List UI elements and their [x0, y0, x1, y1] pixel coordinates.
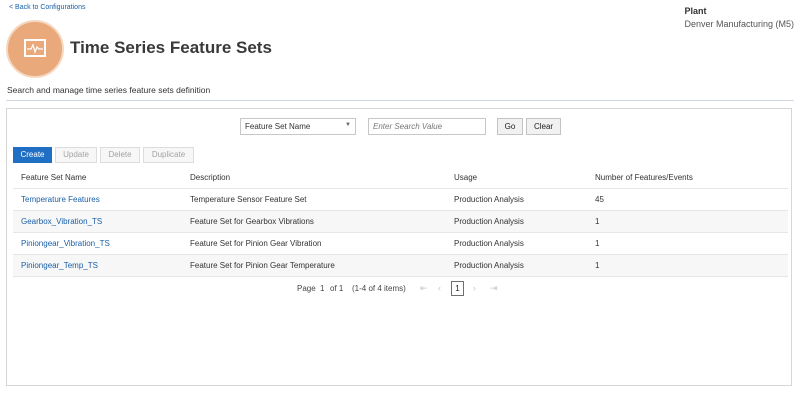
create-button[interactable]: Create — [13, 147, 52, 163]
plant-info: Plant Denver Manufacturing (M5) — [684, 6, 794, 29]
page-total-label: of 1 — [330, 284, 344, 293]
first-page-icon[interactable]: ⇤ — [420, 283, 428, 294]
plant-value: Denver Manufacturing (M5) — [684, 19, 794, 29]
description-cell: Feature Set for Pinion Gear Temperature — [190, 261, 335, 270]
table-row[interactable]: Gearbox_Vibration_TS Feature Set for Gea… — [13, 211, 788, 233]
description-cell: Feature Set for Pinion Gear Vibration — [190, 239, 322, 248]
next-page-icon[interactable]: › — [473, 283, 476, 293]
item-range-label: (1-4 of 4 items) — [352, 284, 406, 293]
update-button[interactable]: Update — [55, 147, 97, 163]
previous-page-icon[interactable]: ‹ — [438, 283, 441, 293]
feature-count-cell: 1 — [595, 217, 600, 226]
table-row[interactable]: Piniongear_Temp_TS Feature Set for Pinio… — [13, 255, 788, 277]
chart-pulse-icon — [6, 20, 64, 78]
usage-cell: Production Analysis — [454, 195, 524, 204]
search-field-select[interactable]: Feature Set Name ▼ — [240, 118, 356, 135]
feature-set-name-link[interactable]: Gearbox_Vibration_TS — [21, 217, 102, 226]
back-to-configurations-link[interactable]: < Back to Configurations — [9, 4, 85, 11]
feature-set-name-link[interactable]: Piniongear_Temp_TS — [21, 261, 98, 270]
table-row[interactable]: Temperature Features Temperature Sensor … — [13, 189, 788, 211]
usage-cell: Production Analysis — [454, 239, 524, 248]
feature-set-name-link[interactable]: Piniongear_Vibration_TS — [21, 239, 110, 248]
feature-count-cell: 1 — [595, 239, 600, 248]
delete-button[interactable]: Delete — [100, 147, 140, 163]
usage-cell: Production Analysis — [454, 217, 524, 226]
search-input[interactable] — [368, 118, 486, 135]
column-header-feature-set-name[interactable]: Feature Set Name — [21, 173, 86, 182]
header-divider — [6, 100, 794, 101]
go-button[interactable]: Go — [497, 118, 523, 135]
pagination: Page 1 of 1 (1-4 of 4 items) ⇤ ‹ 1 › ⇥ — [0, 281, 800, 297]
page-subheading: Search and manage time series feature se… — [7, 85, 211, 95]
clear-button[interactable]: Clear — [526, 118, 561, 135]
chevron-down-icon: ▼ — [345, 122, 351, 128]
column-header-description[interactable]: Description — [190, 173, 230, 182]
feature-set-name-link[interactable]: Temperature Features — [21, 195, 100, 204]
last-page-icon[interactable]: ⇥ — [490, 283, 498, 294]
description-cell: Feature Set for Gearbox Vibrations — [190, 217, 314, 226]
page-label: Page — [297, 284, 316, 293]
feature-count-cell: 45 — [595, 195, 604, 204]
feature-sets-table: Feature Set Name Description Usage Numbe… — [13, 169, 788, 277]
feature-count-cell: 1 — [595, 261, 600, 270]
column-header-number-of-features[interactable]: Number of Features/Events — [595, 173, 693, 182]
usage-cell: Production Analysis — [454, 261, 524, 270]
description-cell: Temperature Sensor Feature Set — [190, 195, 307, 204]
duplicate-button[interactable]: Duplicate — [143, 147, 194, 163]
search-field-selected-value: Feature Set Name — [245, 122, 311, 131]
table-header-row: Feature Set Name Description Usage Numbe… — [13, 169, 788, 189]
page-number-button[interactable]: 1 — [451, 281, 464, 296]
current-page-value[interactable]: 1 — [320, 284, 324, 293]
column-header-usage[interactable]: Usage — [454, 173, 477, 182]
page-title: Time Series Feature Sets — [70, 38, 272, 57]
plant-label: Plant — [684, 6, 707, 16]
table-row[interactable]: Piniongear_Vibration_TS Feature Set for … — [13, 233, 788, 255]
